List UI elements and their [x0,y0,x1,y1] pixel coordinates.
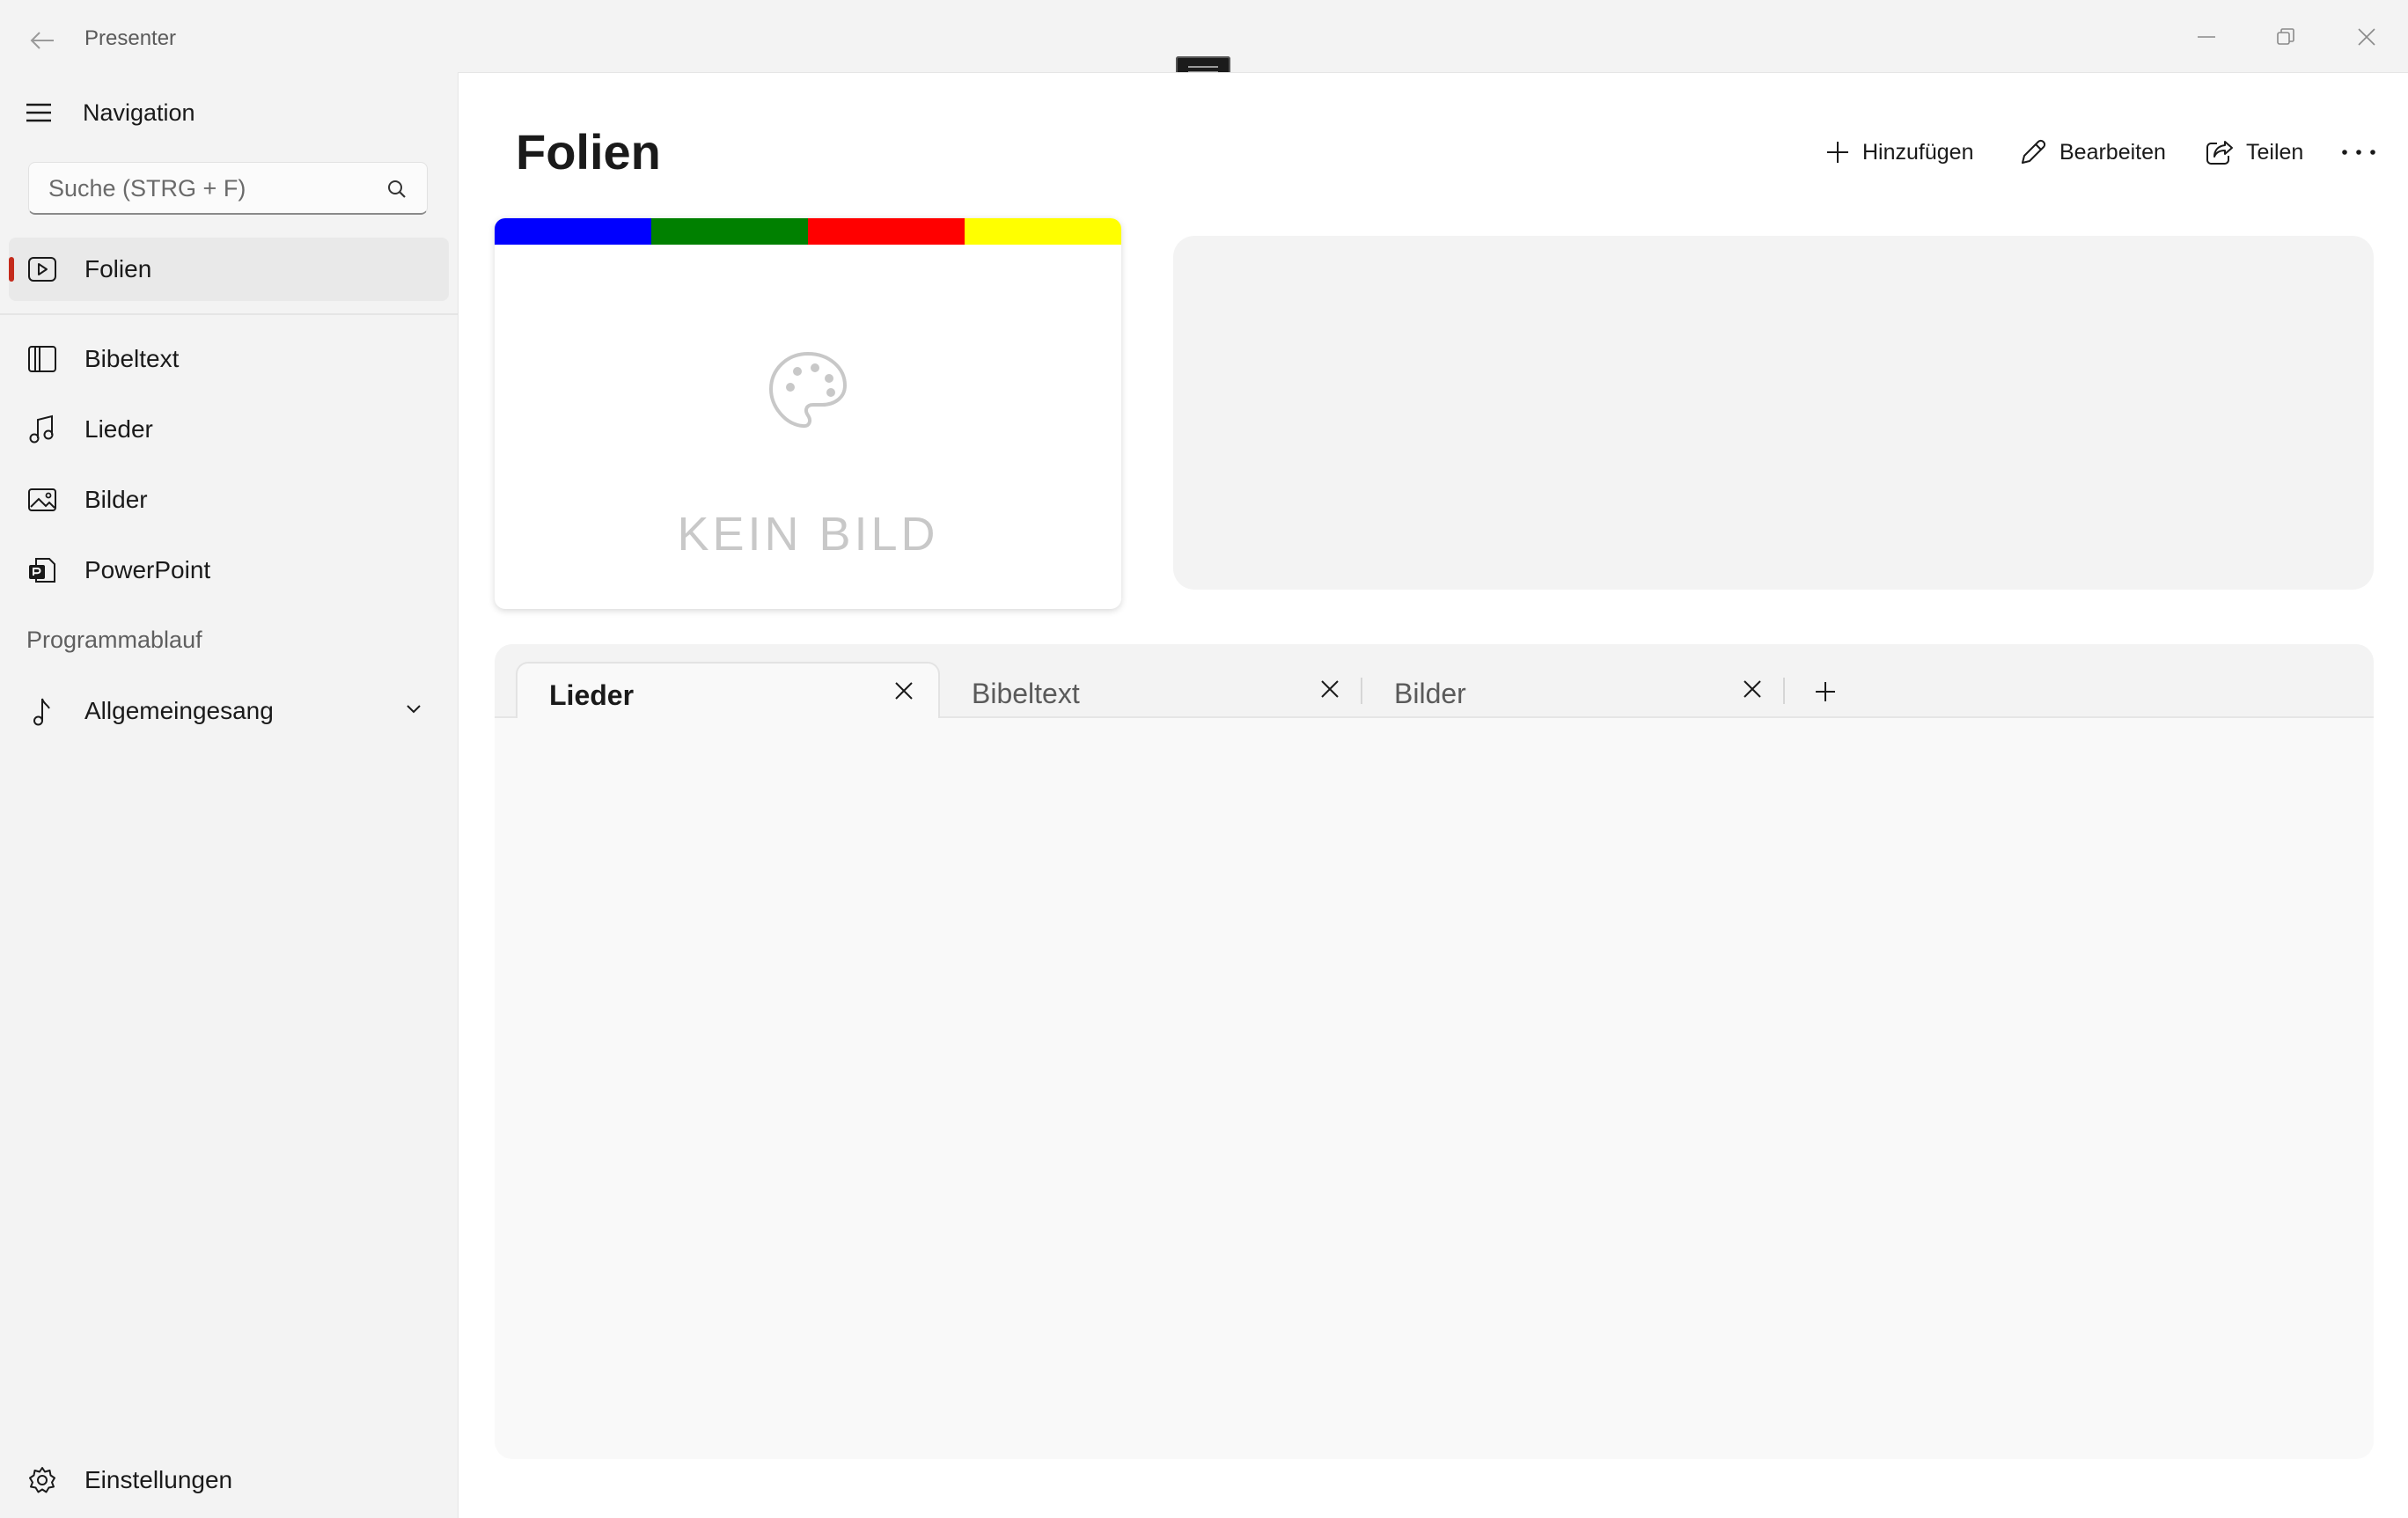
add-tab-button[interactable] [1806,672,1845,711]
restore-button[interactable] [2246,12,2325,62]
tab-label: Bibeltext [972,678,1080,709]
music-note-single-icon [26,695,58,727]
more-dots-icon [2342,150,2375,155]
navigation-header: Navigation [25,93,195,132]
hamburger-menu-button[interactable] [25,101,53,124]
color-stripe-yellow [965,218,1121,245]
edit-button[interactable]: Bearbeiten [2019,130,2166,174]
tab-view: Lieder Bibeltext Bilder [495,644,2374,1459]
chevron-down-icon[interactable] [405,702,422,715]
more-options-button[interactable] [2341,130,2376,174]
nav-item-label: Lieder [84,415,153,443]
color-stripe-red [808,218,965,245]
restore-icon [2277,28,2294,45]
nav-item-bilder[interactable]: Bilder [9,468,449,532]
tab-separator [1783,678,1785,704]
app-title: Presenter [84,26,177,50]
nav-item-einstellungen[interactable]: Einstellungen [9,1448,449,1512]
nav-item-label: Bilder [84,486,148,513]
add-button-label: Hinzufügen [1862,139,1974,165]
section-header-programmablauf: Programmablauf [26,627,202,653]
search-icon [388,180,406,198]
nav-item-label: Folien [84,255,152,282]
gear-icon [26,1464,58,1496]
tab-label: Lieder [549,679,635,711]
music-note-icon [26,414,58,445]
minimize-icon [2198,36,2215,38]
color-stripe-blue [495,218,651,245]
close-icon [1744,680,1761,698]
plus-icon [1827,142,1848,163]
image-icon [26,484,58,516]
add-button[interactable]: Hinzufügen [1825,130,1973,174]
slides-play-icon [26,253,58,285]
tab-label: Bilder [1394,678,1466,709]
tab-lieder[interactable]: Lieder [516,662,940,718]
pencil-icon [2022,139,2046,164]
page-title: Folien [516,124,661,180]
nav-item-lieder[interactable]: Lieder [9,398,449,461]
navigation-title: Navigation [83,99,195,126]
close-tab-button[interactable] [894,681,914,700]
title-bar: Presenter [0,0,2408,79]
no-image-placeholder: KEIN BILD [677,508,939,561]
arrow-left-icon [30,32,54,49]
hamburger-menu-icon [26,103,51,122]
nav-item-label: Einstellungen [84,1466,233,1493]
close-tab-button[interactable] [1320,679,1340,699]
share-icon [2206,141,2233,165]
color-stripes [495,218,1121,245]
slide-preview-area [1173,236,2374,590]
palette-icon [767,350,848,431]
minimize-button[interactable] [2167,12,2246,62]
share-button[interactable]: Teilen [2206,130,2303,174]
share-button-label: Teilen [2246,139,2304,165]
nav-item-allgemeingesang[interactable]: Allgemeingesang [9,679,449,743]
nav-item-bibeltext[interactable]: Bibeltext [9,327,449,391]
nav-item-folien[interactable]: Folien [9,238,449,301]
plus-icon [1816,682,1835,701]
back-button[interactable] [19,21,65,60]
tab-content [495,718,2374,1459]
nav-divider [0,313,458,315]
tab-bilder[interactable]: Bilder [1362,662,1787,718]
close-icon [895,682,913,700]
edit-button-label: Bearbeiten [2059,139,2166,165]
search-button[interactable] [386,179,407,200]
slide-card[interactable]: KEIN BILD [495,218,1121,609]
close-icon [2358,28,2375,46]
color-stripe-green [651,218,808,245]
book-icon [26,343,58,375]
tab-bibeltext[interactable]: Bibeltext [940,662,1364,718]
nav-item-powerpoint[interactable]: PowerPoint [9,539,449,602]
close-tab-button[interactable] [1743,679,1762,699]
nav-item-label: Allgemeingesang [84,697,274,724]
search-input[interactable] [47,163,385,214]
close-window-button[interactable] [2327,12,2406,62]
search-box[interactable] [28,162,428,215]
nav-item-label: Bibeltext [84,345,180,372]
close-icon [1321,680,1339,698]
nav-item-label: PowerPoint [84,556,211,583]
powerpoint-icon [26,554,58,586]
